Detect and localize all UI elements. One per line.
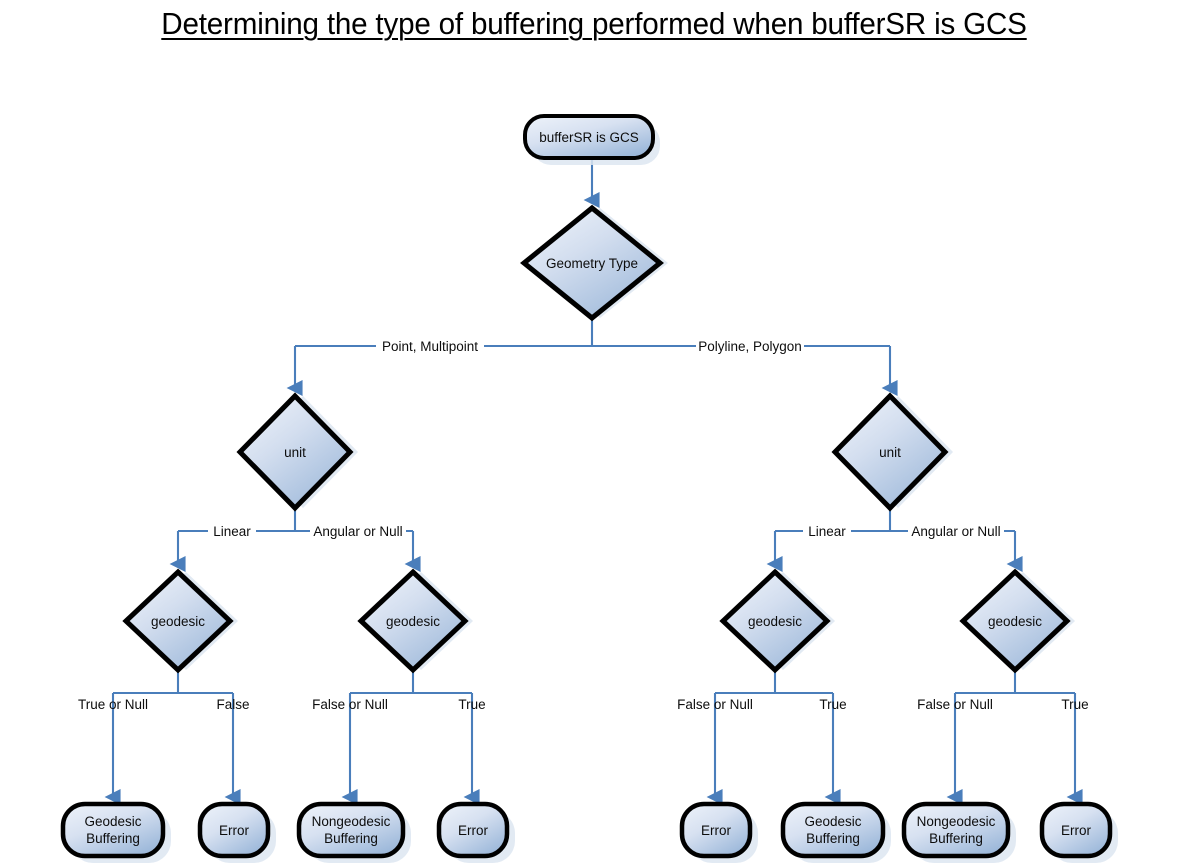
node-terminal-7[interactable]: Nongeodesic Buffering <box>901 801 1016 863</box>
edge-label-geometry-left: Point, Multipoint <box>376 337 484 355</box>
node-terminal-2[interactable]: Error <box>197 801 276 863</box>
node-unit-left[interactable]: unit <box>236 392 358 512</box>
node-label-line2: Buffering <box>86 831 140 846</box>
node-shape <box>296 801 406 859</box>
branch-label-g1-left: True or Null <box>78 697 148 712</box>
node-terminal-6[interactable]: Geodesic Buffering <box>780 801 891 863</box>
node-geometry-type[interactable]: Geometry Type <box>520 204 668 322</box>
node-shape <box>901 801 1011 859</box>
node-label: unit <box>284 445 306 460</box>
edge-label-text: Angular or Null <box>313 524 402 539</box>
node-terminal-8[interactable]: Error <box>1039 801 1118 863</box>
node-label-line2: Buffering <box>929 831 983 846</box>
edge-label-text: Polyline, Polygon <box>698 339 802 354</box>
edge-label-text: Linear <box>213 524 251 539</box>
branch-label-layer: True or Null False False or Null True Fa… <box>78 697 1089 712</box>
node-label-line1: Error <box>701 823 732 838</box>
node-geodesic-2[interactable]: geodesic <box>357 568 473 674</box>
edge-label-unit-right-angular: Angular or Null <box>908 522 1004 540</box>
branch-label-g1-right: False <box>216 697 249 712</box>
branch-label-g2-right: True <box>458 697 485 712</box>
node-shape <box>780 801 886 859</box>
node-label: geodesic <box>748 614 802 629</box>
branch-label-g2-left: False or Null <box>312 697 388 712</box>
node-start[interactable]: bufferSR is GCS <box>523 114 660 165</box>
branch-label-g3-left: False or Null <box>677 697 753 712</box>
node-label-line1: Nongeodesic <box>917 814 996 829</box>
node-label-line2: Buffering <box>806 831 860 846</box>
node-geodesic-4[interactable]: geodesic <box>959 568 1075 674</box>
branch-label-g4-left: False or Null <box>917 697 993 712</box>
node-shape <box>60 801 166 859</box>
node-label: geodesic <box>386 614 440 629</box>
node-label: bufferSR is GCS <box>539 130 639 145</box>
branch-label-g4-right: True <box>1061 697 1088 712</box>
node-label-line2: Buffering <box>324 831 378 846</box>
edge-label-unit-left-linear: Linear <box>208 522 256 540</box>
edge-label-geometry-right: Polyline, Polygon <box>696 337 804 355</box>
node-label-line1: Error <box>1061 823 1092 838</box>
node-label-line1: Error <box>219 823 250 838</box>
flowchart-diagram: Point, Multipoint Polyline, Polygon Line… <box>60 114 1118 863</box>
node-label-line1: Nongeodesic <box>312 814 391 829</box>
node-terminal-1[interactable]: Geodesic Buffering <box>60 801 171 863</box>
edge-label-text: Angular or Null <box>911 524 1000 539</box>
node-label: geodesic <box>988 614 1042 629</box>
edge-label-unit-left-angular: Angular or Null <box>310 522 406 540</box>
node-label: Geometry Type <box>546 256 638 271</box>
node-label-line1: Error <box>458 823 489 838</box>
node-geodesic-3[interactable]: geodesic <box>719 568 835 674</box>
edge-label-text: Linear <box>808 524 846 539</box>
node-terminal-3[interactable]: Nongeodesic Buffering <box>296 801 411 863</box>
node-label: geodesic <box>151 614 205 629</box>
node-terminal-4[interactable]: Error <box>436 801 515 863</box>
edge-label-text: Point, Multipoint <box>382 339 478 354</box>
node-label: unit <box>879 445 901 460</box>
branch-label-g3-right: True <box>819 697 846 712</box>
node-unit-right[interactable]: unit <box>831 392 953 512</box>
node-terminal-5[interactable]: Error <box>679 801 758 863</box>
node-label-line1: Geodesic <box>84 814 141 829</box>
edge-label-unit-right-linear: Linear <box>803 522 851 540</box>
node-label-line1: Geodesic <box>804 814 861 829</box>
node-geodesic-1[interactable]: geodesic <box>122 568 238 674</box>
